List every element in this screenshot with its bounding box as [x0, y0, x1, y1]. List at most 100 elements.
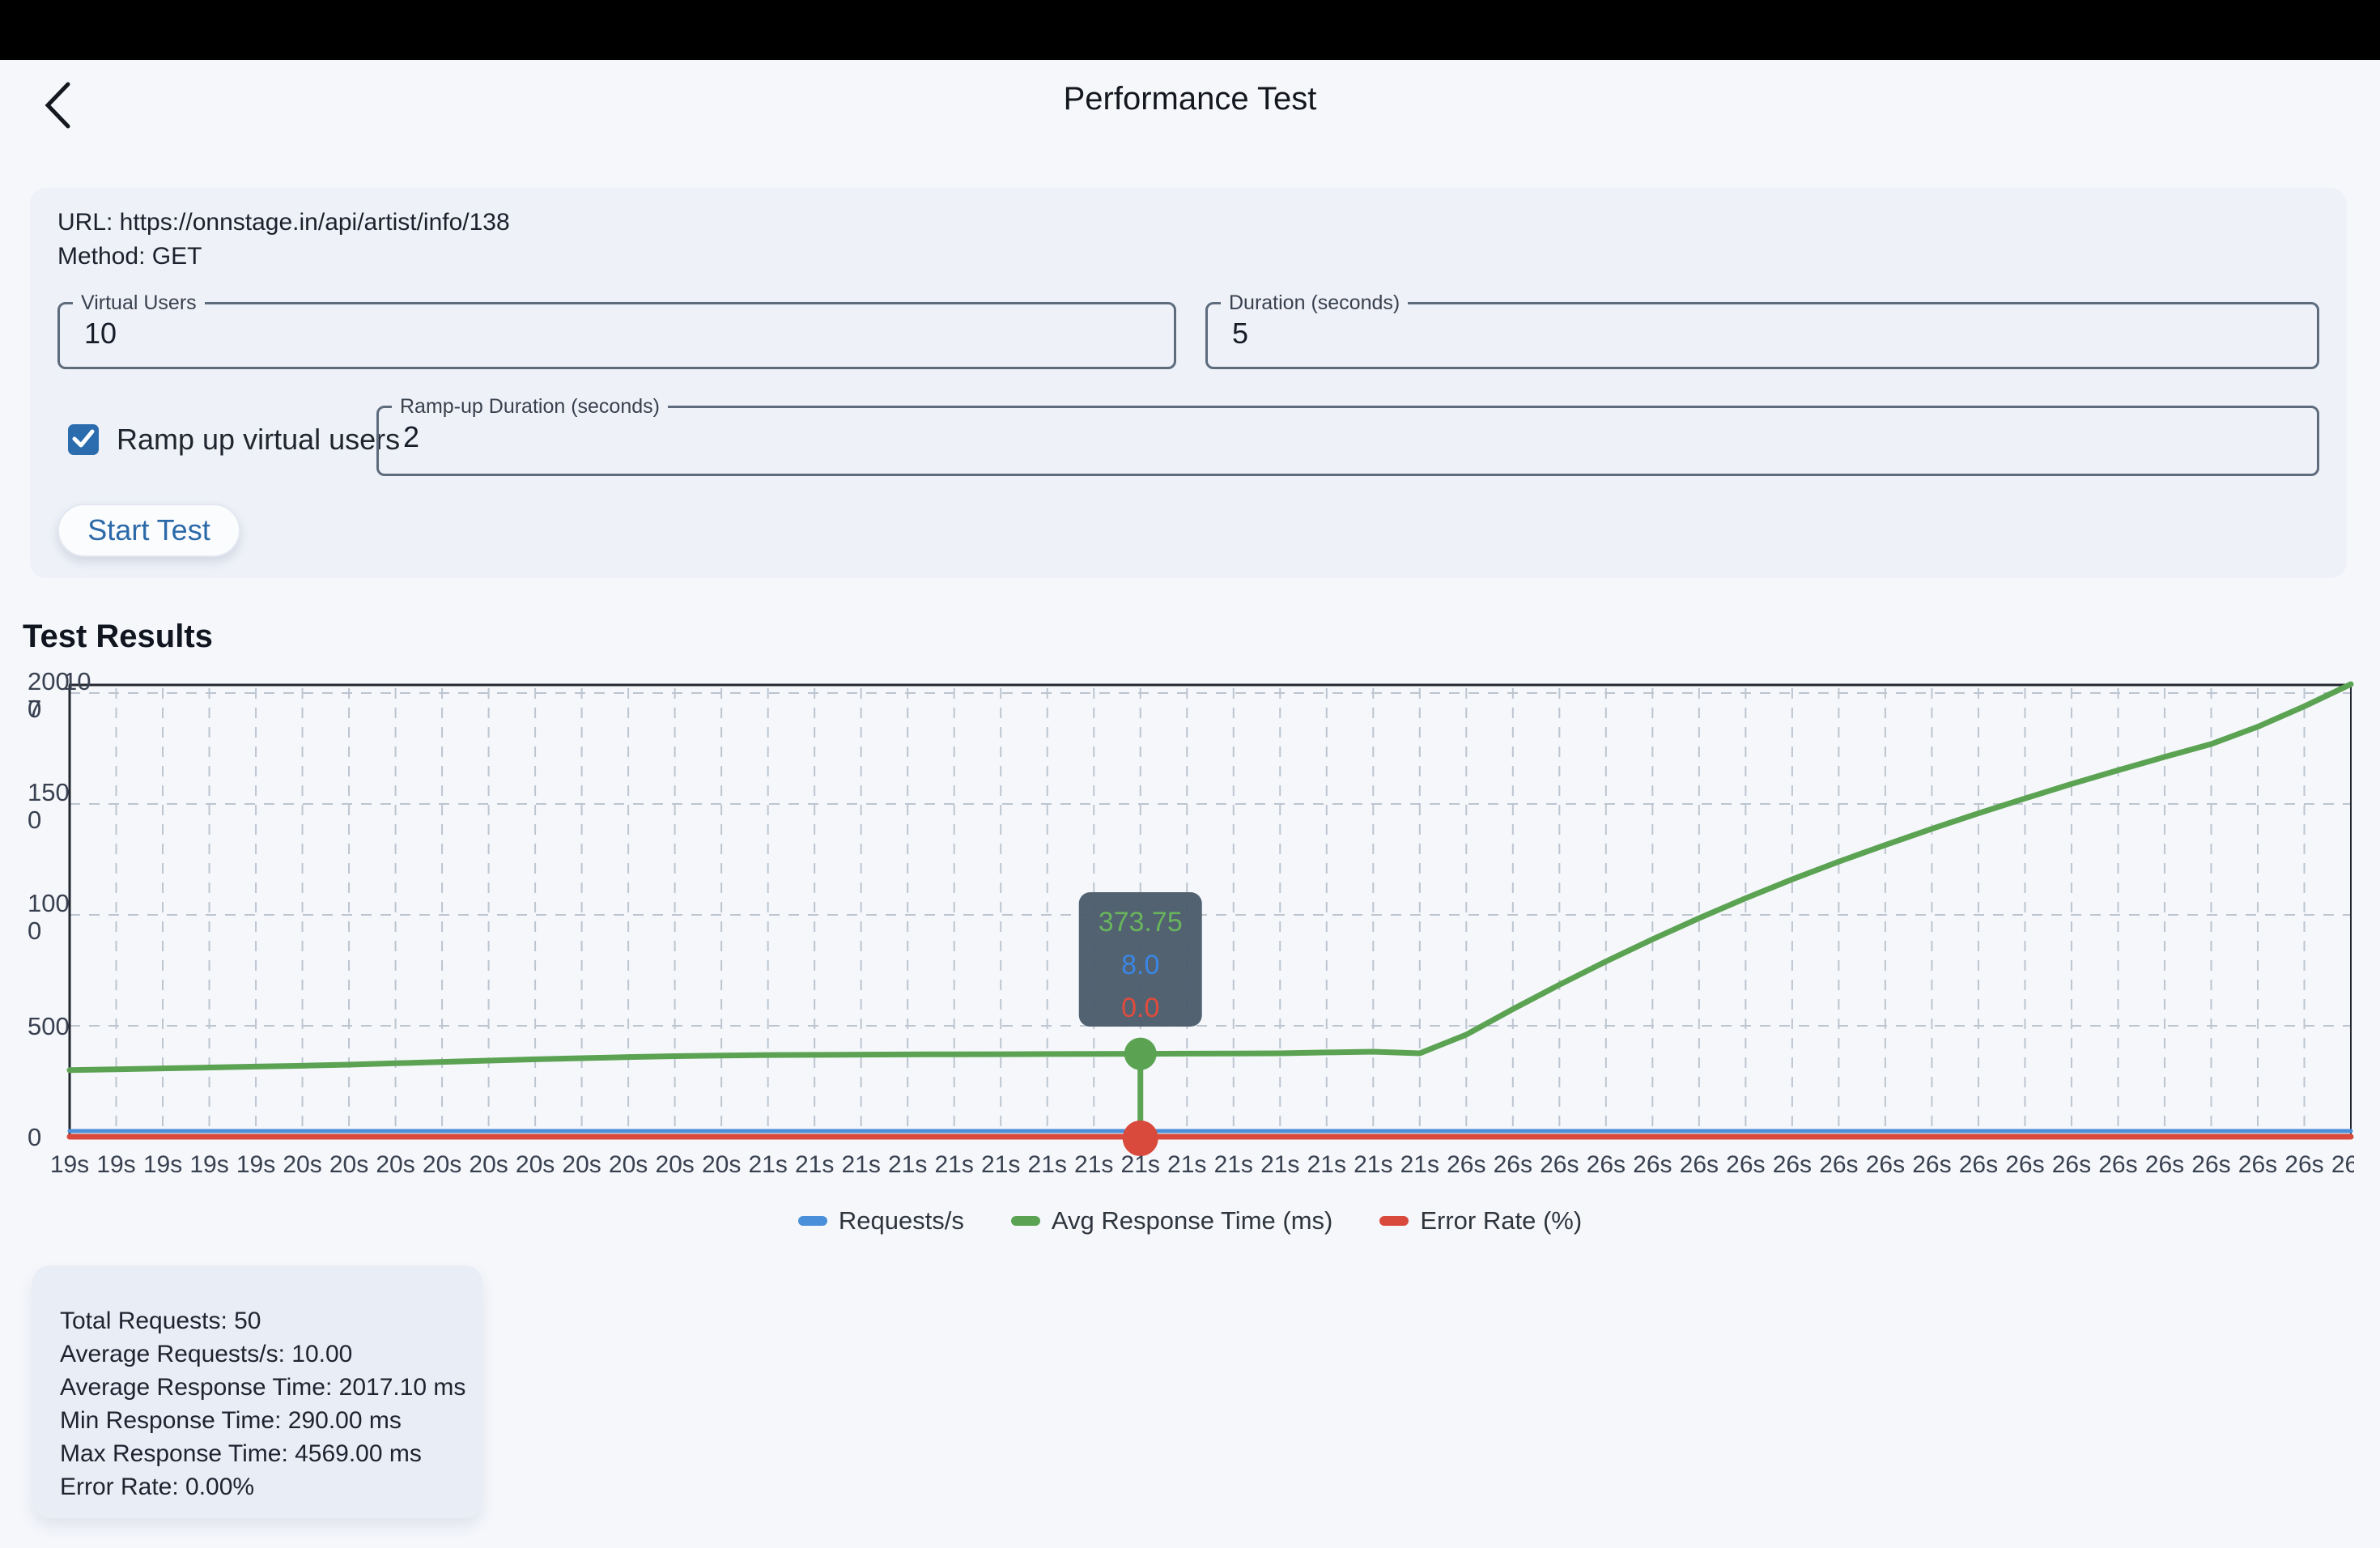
svg-text:8.0: 8.0	[1121, 950, 1159, 980]
legend-swatch-icon	[1379, 1216, 1409, 1226]
svg-text:21s: 21s	[1307, 1151, 1346, 1178]
duration-field[interactable]: Duration (seconds)	[1205, 291, 2319, 369]
svg-text:21s: 21s	[795, 1151, 834, 1178]
duration-label: Duration (seconds)	[1221, 291, 1408, 315]
svg-text:19s: 19s	[189, 1151, 228, 1178]
svg-text:20s: 20s	[376, 1151, 414, 1178]
total-requests-text: Total Requests: 50	[60, 1304, 455, 1337]
duration-input[interactable]	[1208, 315, 2230, 351]
virtual-users-field[interactable]: Virtual Users	[57, 291, 1176, 369]
svg-text:20s: 20s	[702, 1151, 741, 1178]
svg-text:26s: 26s	[1726, 1151, 1765, 1178]
svg-text:26s: 26s	[2191, 1151, 2230, 1178]
avg-requests-text: Average Requests/s: 10.00	[60, 1337, 455, 1371]
url-text: URL: https://onnstage.in/api/artist/info…	[57, 209, 510, 236]
svg-text:150: 150	[28, 778, 70, 806]
svg-text:20s: 20s	[469, 1151, 508, 1178]
ramp-up-duration-label: Ramp-up Duration (seconds)	[392, 395, 668, 419]
svg-text:373.75: 373.75	[1099, 907, 1183, 938]
test-results-heading: Test Results	[23, 619, 213, 655]
svg-text:26s: 26s	[1447, 1151, 1485, 1178]
svg-text:21s: 21s	[1028, 1151, 1067, 1178]
svg-text:26s: 26s	[1494, 1151, 1532, 1178]
svg-text:20s: 20s	[516, 1151, 555, 1178]
results-chart[interactable]: 373.758.00.0200015001000500010719s19s19s…	[26, 664, 2354, 1189]
svg-text:26s: 26s	[1866, 1151, 1905, 1178]
legend-swatch-icon	[798, 1216, 827, 1226]
svg-text:10: 10	[63, 667, 91, 695]
svg-text:21s: 21s	[1354, 1151, 1392, 1178]
svg-text:26s: 26s	[1773, 1151, 1812, 1178]
svg-text:0: 0	[28, 1123, 41, 1151]
svg-text:0.0: 0.0	[1121, 993, 1159, 1023]
checkmark-icon	[68, 423, 99, 457]
svg-text:26s: 26s	[2238, 1151, 2277, 1178]
legend-item-error-rate-[interactable]: Error Rate (%)	[1379, 1206, 1582, 1235]
svg-text:21s: 21s	[1074, 1151, 1113, 1178]
ramp-up-duration-input[interactable]	[379, 419, 2148, 454]
summary-card: Total Requests: 50 Average Requests/s: 1…	[32, 1265, 482, 1518]
svg-text:20s: 20s	[329, 1151, 368, 1178]
legend-item-avg-response-time-ms-[interactable]: Avg Response Time (ms)	[1011, 1206, 1332, 1235]
legend-item-requests-s[interactable]: Requests/s	[798, 1206, 964, 1235]
svg-text:21s: 21s	[981, 1151, 1020, 1178]
avg-response-time-text: Average Response Time: 2017.10 ms	[60, 1371, 455, 1404]
svg-text:26s: 26s	[1540, 1151, 1579, 1178]
svg-text:19s: 19s	[96, 1151, 135, 1178]
start-test-button[interactable]: Start Test	[57, 504, 240, 557]
svg-text:19s: 19s	[50, 1151, 89, 1178]
svg-text:21s: 21s	[748, 1151, 787, 1178]
svg-text:20s: 20s	[609, 1151, 648, 1178]
svg-text:26s: 26s	[1587, 1151, 1626, 1178]
svg-text:21s: 21s	[1167, 1151, 1206, 1178]
chart-canvas[interactable]: 373.758.00.0200015001000500010719s19s19s…	[26, 664, 2354, 1189]
svg-text:0: 0	[28, 806, 41, 834]
svg-text:21s: 21s	[1400, 1151, 1439, 1178]
svg-text:500: 500	[28, 1012, 70, 1040]
svg-text:21s: 21s	[1121, 1151, 1160, 1178]
chart-legend: Requests/s Avg Response Time (ms) Error Ra…	[26, 1206, 2354, 1235]
svg-text:7: 7	[28, 695, 41, 723]
legend-label: Requests/s	[839, 1206, 964, 1235]
svg-text:21s: 21s	[888, 1151, 927, 1178]
svg-text:20s: 20s	[655, 1151, 694, 1178]
svg-text:20s: 20s	[562, 1151, 601, 1178]
svg-text:26s: 26s	[2284, 1151, 2323, 1178]
legend-label: Avg Response Time (ms)	[1052, 1206, 1332, 1235]
svg-text:21s: 21s	[935, 1151, 974, 1178]
legend-swatch-icon	[1011, 1216, 1040, 1226]
svg-text:26s: 26s	[1912, 1151, 1951, 1178]
virtual-users-label: Virtual Users	[73, 291, 205, 315]
svg-text:19s: 19s	[143, 1151, 182, 1178]
ramp-up-checkbox-label: Ramp up virtual users	[117, 423, 400, 457]
svg-text:21s: 21s	[1214, 1151, 1253, 1178]
ramp-up-duration-field[interactable]: Ramp-up Duration (seconds)	[376, 395, 2319, 476]
svg-text:100: 100	[28, 889, 70, 917]
svg-text:0: 0	[28, 916, 41, 945]
ramp-up-row: Ramp up virtual users	[68, 423, 400, 457]
svg-text:21s: 21s	[841, 1151, 880, 1178]
svg-text:19s: 19s	[236, 1151, 275, 1178]
legend-label: Error Rate (%)	[1420, 1206, 1582, 1235]
svg-text:26s: 26s	[1819, 1151, 1858, 1178]
ramp-up-checkbox[interactable]	[68, 424, 99, 455]
top-black-bar	[0, 0, 2380, 60]
svg-text:21s: 21s	[1260, 1151, 1299, 1178]
virtual-users-input[interactable]	[60, 315, 1086, 351]
svg-text:26s: 26s	[2098, 1151, 2137, 1178]
svg-text:26s: 26s	[1959, 1151, 1998, 1178]
svg-text:26s: 26s	[2145, 1151, 2184, 1178]
min-response-time-text: Min Response Time: 290.00 ms	[60, 1404, 455, 1437]
svg-text:26s: 26s	[2052, 1151, 2091, 1178]
svg-text:20s: 20s	[283, 1151, 321, 1178]
page-title: Performance Test	[0, 81, 2380, 117]
test-config-card: URL: https://onnstage.in/api/artist/info…	[30, 188, 2347, 578]
svg-text:26s: 26s	[1633, 1151, 1672, 1178]
svg-text:26s: 26s	[2331, 1151, 2354, 1178]
svg-text:26s: 26s	[1680, 1151, 1719, 1178]
max-response-time-text: Max Response Time: 4569.00 ms	[60, 1437, 455, 1470]
svg-text:26s: 26s	[2005, 1151, 2044, 1178]
method-text: Method: GET	[57, 243, 202, 270]
svg-text:20s: 20s	[423, 1151, 461, 1178]
error-rate-text: Error Rate: 0.00%	[60, 1470, 455, 1503]
